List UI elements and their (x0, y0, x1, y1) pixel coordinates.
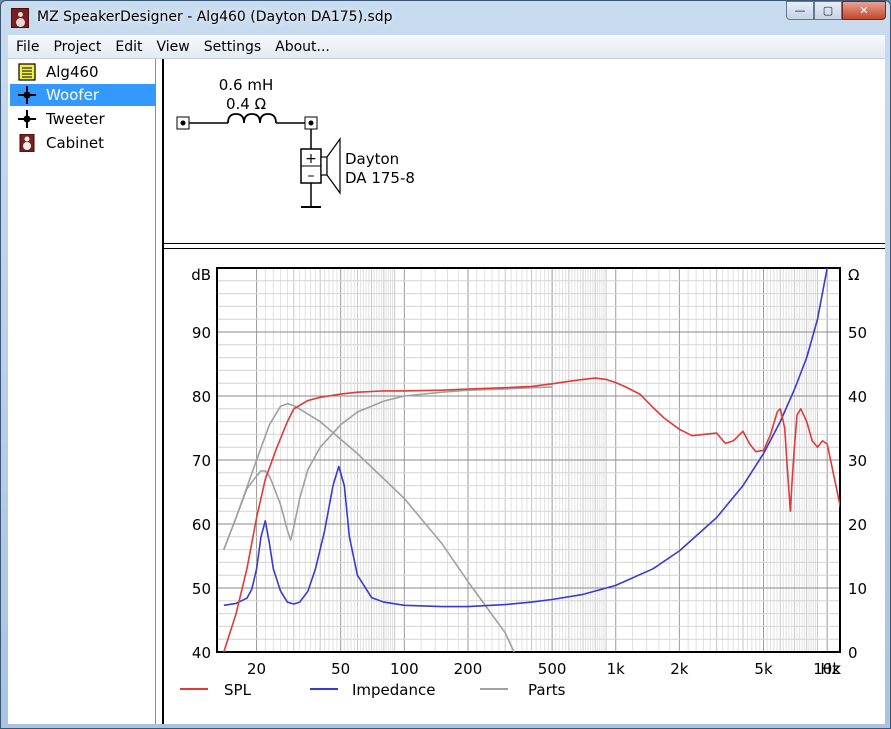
y-tick-label-left: 40 (192, 644, 211, 662)
y-axis-label-left: dB (191, 266, 211, 284)
driver-speaker-symbol[interactable]: + – (300, 137, 341, 195)
y-axis-label-right: Ω (848, 266, 859, 284)
x-tick-label: 100 (390, 660, 419, 678)
window-title: MZ SpeakerDesigner - Alg460 (Dayton DA17… (37, 9, 393, 25)
document-icon (18, 63, 36, 81)
tree-item-label: Tweeter (46, 110, 105, 128)
x-tick-label: 50 (331, 660, 350, 678)
input-terminal[interactable] (180, 120, 186, 126)
tree-item-label: Woofer (46, 86, 99, 104)
app-window: MZ SpeakerDesigner - Alg460 (Dayton DA17… (0, 0, 891, 729)
cabinet-icon (19, 134, 35, 152)
x-tick-label: 1k (607, 660, 626, 678)
legend-label-spl[interactable]: SPL (224, 681, 252, 699)
speaker-app-icon[interactable] (11, 8, 29, 28)
driver-name: Dayton (345, 150, 399, 168)
y-tick-label-left: 80 (192, 388, 211, 406)
inductor-resistance: 0.4 Ω (226, 95, 266, 113)
frequency-response-chart[interactable]: 908070605040dB50403020100Ω20 50 100 200 500 1… (164, 249, 885, 724)
x-tick-label: 2k (670, 660, 689, 678)
tree-item-label: Cabinet (46, 134, 104, 152)
x-tick-label: 20 (247, 660, 266, 678)
client-area: Alg460 Woofer Tweeter Cabinet 0.6 mH 0.4… (8, 59, 885, 724)
menu-about[interactable]: About... (267, 39, 336, 55)
menu-project[interactable]: Project (45, 39, 107, 55)
y-tick-label-left: 70 (192, 452, 211, 470)
x-tick-label: 500 (538, 660, 567, 678)
menu-edit[interactable]: Edit (107, 39, 148, 55)
response-graph-panel: 90 80 70 60 50 40 dB 50 40 30 20 10 0 Ω 20 50 100 200 500 1… (164, 249, 885, 724)
tree-item-tweeter[interactable]: Tweeter (10, 108, 156, 130)
menu-settings[interactable]: Settings (196, 39, 267, 55)
output-terminal[interactable] (308, 120, 314, 126)
maximize-button[interactable]: ▢ (814, 1, 842, 20)
y-tick-label-left: 90 (192, 324, 211, 342)
menu-file[interactable]: File (8, 39, 45, 55)
y-tick-label-right: 0 (848, 644, 858, 662)
x-tick-label: 200 (454, 660, 483, 678)
schematic-panel: 0.6 mH 0.4 Ω + – Dayton DA 175-8 (164, 59, 885, 243)
inductor-value: 0.6 mH (219, 76, 274, 94)
close-button[interactable]: ✕ (842, 1, 886, 20)
menu-bar: File Project Edit View Settings About... (8, 35, 885, 59)
minimize-button[interactable]: — (786, 1, 814, 20)
tree-item-label: Alg460 (46, 63, 99, 81)
y-tick-label-right: 40 (848, 388, 867, 406)
y-tick-label-right: 50 (848, 324, 867, 342)
circuit-node-icon (18, 86, 36, 104)
tree-item-woofer[interactable]: Woofer (10, 84, 156, 106)
schematic-diagram: 0.6 mH 0.4 Ω + – Dayton DA 175-8 (176, 76, 415, 208)
tree-item-cabinet[interactable]: Cabinet (10, 132, 156, 154)
title-bar[interactable]: MZ SpeakerDesigner - Alg460 (Dayton DA17… (1, 1, 890, 35)
y-tick-label-right: 20 (848, 516, 867, 534)
menu-view[interactable]: View (148, 39, 195, 55)
tree-item-alg460[interactable]: Alg460 (10, 61, 156, 83)
x-tick-label: 5k (754, 660, 773, 678)
circuit-node-icon (18, 110, 36, 128)
svg-text:+: + (305, 151, 317, 167)
y-tick-label-right: 30 (848, 452, 867, 470)
y-tick-label-right: 10 (848, 580, 867, 598)
inductor-symbol[interactable] (227, 113, 277, 124)
y-tick-label-left: 50 (192, 580, 211, 598)
svg-text:–: – (308, 168, 315, 184)
y-tick-label-left: 60 (192, 516, 211, 534)
project-tree: Alg460 Woofer Tweeter Cabinet (8, 59, 156, 724)
driver-model: DA 175-8 (345, 169, 415, 187)
legend-label-impedance[interactable]: Impedance (352, 681, 435, 699)
legend-label-parts[interactable]: Parts (528, 681, 566, 699)
x-axis-unit-label: Hz (820, 660, 839, 678)
